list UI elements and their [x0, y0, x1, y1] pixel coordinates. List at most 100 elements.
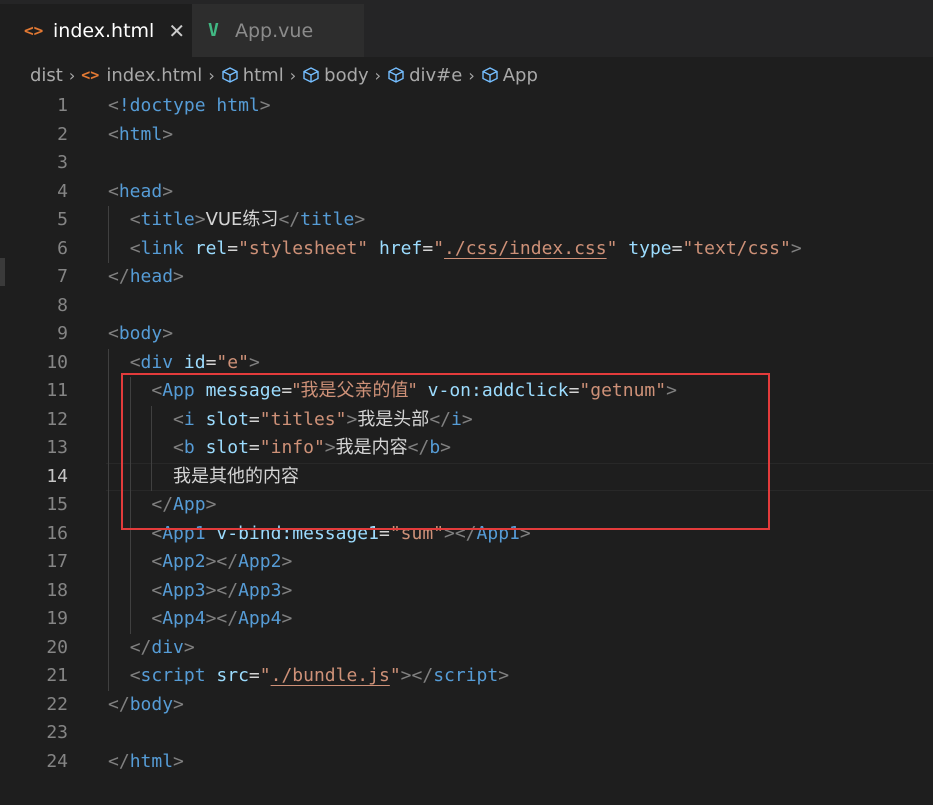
- line-number: 3: [57, 152, 68, 173]
- code-token: "titles": [259, 408, 347, 430]
- code-token: </: [278, 209, 301, 230]
- code-token: div: [151, 636, 184, 658]
- line-number: 21: [46, 665, 68, 686]
- indent-guide: [151, 405, 153, 491]
- breadcrumb-item-html[interactable]: html: [221, 65, 284, 86]
- code-line[interactable]: 20 </div>: [0, 634, 933, 663]
- code-line[interactable]: 19 <App4></App4>: [0, 605, 933, 634]
- code-token: App4: [162, 608, 206, 629]
- code-line[interactable]: 24 </html>: [0, 748, 933, 777]
- code-line[interactable]: 9 <body>: [0, 320, 933, 349]
- line-code: <html>: [108, 121, 173, 150]
- element-cube-icon: [481, 66, 499, 84]
- code-line[interactable]: 14 我是其他的内容: [0, 462, 933, 492]
- code-token: App3: [162, 579, 206, 601]
- code-token: <: [108, 323, 119, 344]
- code-token: >: [194, 209, 206, 230]
- code-token: b: [183, 437, 195, 458]
- breadcrumb-item-div-e[interactable]: div#e: [387, 65, 462, 86]
- code-token: App2: [162, 551, 206, 572]
- code-token: <: [129, 209, 141, 230]
- code-line[interactable]: 4 <head>: [0, 178, 933, 207]
- code-line[interactable]: 12 <i slot="titles">我是头部</i>: [0, 406, 933, 435]
- code-line[interactable]: 22 </body>: [0, 691, 933, 720]
- code-token: </: [129, 636, 152, 658]
- code-line[interactable]: 16 <App1 v-bind:message1="sum"></App1>: [0, 520, 933, 549]
- line-code: <link rel="stylesheet" href="./css/index…: [108, 235, 802, 264]
- close-icon[interactable]: ✕: [168, 19, 185, 43]
- breadcrumb-label: body: [324, 64, 369, 86]
- code-token: =: [281, 380, 293, 401]
- code-token: >: [354, 209, 366, 230]
- code-line[interactable]: 13 <b slot="info">我是内容</b>: [0, 434, 933, 463]
- code-token: "我是父亲的值": [292, 380, 417, 401]
- code-token: >: [346, 408, 358, 430]
- code-line[interactable]: 1 <!doctype html>: [0, 92, 933, 121]
- code-line[interactable]: 2 <html>: [0, 121, 933, 150]
- element-cube-icon: [387, 66, 405, 84]
- code-token: ./css/index.css: [444, 237, 607, 259]
- line-code: </body>: [108, 691, 184, 720]
- code-editor[interactable]: 1 <!doctype html> 2 <html> 3 4 <head> 5 <title>…: [0, 92, 933, 776]
- breadcrumb-item-app[interactable]: App: [481, 65, 538, 86]
- code-line[interactable]: 18 <App3></App3>: [0, 577, 933, 606]
- code-token: <: [151, 551, 163, 572]
- code-token: div: [140, 351, 174, 373]
- line-number: 23: [46, 722, 68, 743]
- code-line[interactable]: 8: [0, 292, 933, 321]
- code-token: >: [498, 665, 510, 686]
- tab-app-vue[interactable]: V App.vue: [192, 4, 364, 57]
- code-token: !doctype: [118, 95, 206, 116]
- code-token: ": [259, 665, 271, 686]
- code-token: >: [162, 323, 174, 344]
- code-line[interactable]: 23: [0, 719, 933, 748]
- breadcrumb-item-body[interactable]: body: [302, 65, 369, 86]
- line-number: 14: [46, 465, 68, 487]
- code-line[interactable]: 6 <link rel="stylesheet" href="./css/ind…: [0, 235, 933, 264]
- code-token: </: [108, 266, 130, 287]
- html-file-icon: <>: [24, 21, 44, 40]
- code-token: VUE练习: [205, 209, 279, 230]
- code-token: i: [451, 408, 462, 430]
- breadcrumb-item-dist[interactable]: dist: [30, 65, 63, 86]
- line-number: 15: [46, 494, 68, 515]
- code-token: =: [378, 522, 390, 544]
- code-token: >: [162, 123, 174, 145]
- code-token: ></: [205, 608, 239, 629]
- code-token: "text/css": [682, 237, 791, 259]
- breadcrumb-item-index-html[interactable]: <> index.html: [81, 65, 202, 86]
- code-token: </: [429, 408, 451, 430]
- code-line[interactable]: 15 </App>: [0, 491, 933, 520]
- line-code: <App message="我是父亲的值" v-on:addclick="get…: [108, 377, 677, 406]
- line-number: 13: [46, 437, 68, 458]
- line-number: 20: [46, 636, 68, 658]
- line-code: <title>VUE练习</title>: [108, 206, 365, 235]
- line-number: 2: [57, 123, 68, 145]
- code-token: script: [433, 665, 499, 686]
- line-number: 8: [57, 294, 68, 316]
- line-number: 17: [46, 551, 68, 572]
- code-token: href: [378, 237, 423, 259]
- element-cube-icon: [221, 66, 239, 84]
- line-code: <script src="./bundle.js"></script>: [108, 662, 509, 691]
- code-line[interactable]: 21 <script src="./bundle.js"></script>: [0, 662, 933, 691]
- line-code: <i slot="titles">我是头部</i>: [108, 406, 473, 435]
- chevron-right-icon: ›: [208, 65, 215, 85]
- code-token: ./bundle.js: [270, 665, 390, 686]
- tab-index-html[interactable]: <> index.html ✕: [0, 4, 192, 57]
- code-line[interactable]: 7 </head>: [0, 263, 933, 292]
- code-line[interactable]: 11 <App message="我是父亲的值" v-on:addclick="…: [0, 377, 933, 406]
- line-code: </html>: [108, 748, 184, 777]
- code-token: >: [519, 522, 531, 544]
- code-line[interactable]: 3: [0, 149, 933, 178]
- code-line[interactable]: 5 <title>VUE练习</title>: [0, 206, 933, 235]
- breadcrumb-label: App: [502, 64, 538, 86]
- code-token: v-bind:message1: [216, 522, 379, 544]
- code-line[interactable]: 10 <div id="e">: [0, 349, 933, 378]
- code-line[interactable]: 17 <App2></App2>: [0, 548, 933, 577]
